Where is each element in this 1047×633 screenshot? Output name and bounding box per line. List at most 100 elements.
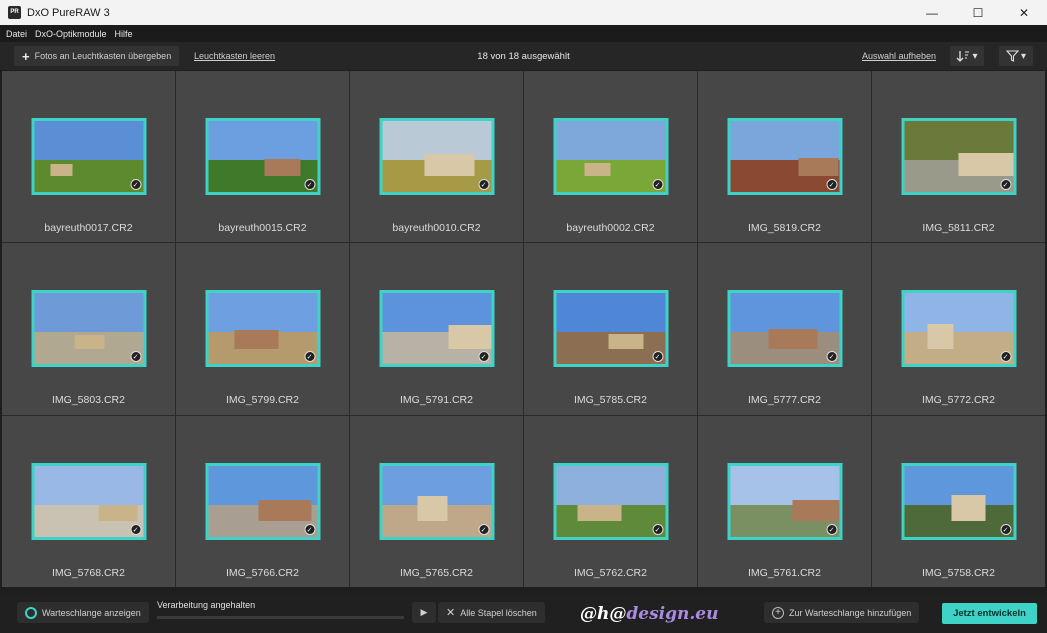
photo-cell[interactable]: ✓ IMG_5799.CR2	[176, 243, 349, 415]
deselect-link[interactable]: Auswahl aufheben	[862, 51, 936, 61]
thumbnail-building	[608, 333, 644, 349]
photo-cell[interactable]: ✓ IMG_5768.CR2	[2, 415, 175, 587]
selected-check-icon[interactable]: ✓	[130, 523, 141, 535]
selected-check-icon[interactable]: ✓	[652, 179, 663, 190]
chevron-down-icon: ▾	[1020, 50, 1027, 62]
close-button[interactable]: ✕	[1001, 0, 1047, 25]
photo-thumbnail[interactable]: ✓	[379, 290, 494, 368]
photo-thumbnail[interactable]: ✓	[901, 118, 1016, 195]
photo-filename: bayreuth0002.CR2	[566, 222, 655, 234]
photo-thumbnail[interactable]: ✓	[205, 290, 320, 368]
photo-thumbnail[interactable]: ✓	[553, 290, 668, 368]
photo-cell[interactable]: ✓ bayreuth0015.CR2	[176, 71, 349, 243]
minimize-button[interactable]: —	[909, 0, 955, 25]
photo-cell[interactable]: ✓ IMG_5761.CR2	[698, 415, 871, 587]
selected-check-icon[interactable]: ✓	[130, 351, 141, 363]
selected-check-icon[interactable]: ✓	[826, 179, 837, 190]
thumbnail-building	[958, 152, 1013, 177]
menu-hilfe[interactable]: Hilfe	[115, 29, 133, 39]
thumbnail-ground	[556, 160, 665, 192]
maximize-button[interactable]: ☐	[955, 0, 1001, 25]
watermark-part-a: @h@	[580, 604, 627, 624]
selected-check-icon[interactable]: ✓	[304, 351, 315, 363]
selected-check-icon[interactable]: ✓	[478, 351, 489, 363]
photo-cell[interactable]: ✓ bayreuth0002.CR2	[524, 71, 697, 243]
photo-cell[interactable]: ✓ bayreuth0017.CR2	[2, 71, 175, 243]
show-queue-button[interactable]: Warteschlange anzeigen	[17, 602, 149, 623]
photo-filename: IMG_5766.CR2	[226, 566, 299, 579]
title-bar: PR DxO PureRAW 3 — ☐ ✕	[0, 0, 1047, 25]
photo-thumbnail[interactable]: ✓	[31, 118, 146, 195]
photo-cell[interactable]: ✓ IMG_5791.CR2	[350, 243, 523, 415]
photo-cell[interactable]: ✓ IMG_5785.CR2	[524, 243, 697, 415]
menu-optikmodule[interactable]: DxO-Optikmodule	[35, 29, 107, 39]
photo-cell[interactable]: ✓ IMG_5811.CR2	[872, 71, 1045, 243]
photo-filename: bayreuth0017.CR2	[44, 222, 133, 234]
clear-lightbox-link[interactable]: Leuchtkasten leeren	[194, 51, 275, 61]
photo-thumbnail[interactable]: ✓	[31, 462, 146, 540]
photo-thumbnail[interactable]: ✓	[727, 290, 842, 368]
selected-check-icon[interactable]: ✓	[478, 179, 489, 190]
thumbnail-sky	[208, 465, 317, 505]
thumbnail-ground	[904, 332, 1013, 365]
photo-thumbnail[interactable]: ✓	[553, 118, 668, 195]
filter-icon	[1005, 50, 1019, 62]
photo-thumbnail[interactable]: ✓	[727, 118, 842, 195]
selected-check-icon[interactable]: ✓	[1000, 351, 1011, 363]
thumbnail-building	[74, 334, 105, 349]
selected-check-icon[interactable]: ✓	[1000, 179, 1011, 190]
thumbnail-building	[258, 500, 312, 522]
thumbnail-sky	[34, 465, 143, 505]
thumbnail-sky	[730, 293, 839, 333]
thumbnail-building	[768, 328, 818, 349]
thumbnail-building	[448, 324, 491, 349]
menu-datei[interactable]: Datei	[6, 29, 27, 39]
photo-thumbnail[interactable]: ✓	[379, 462, 494, 540]
transfer-to-lightbox-button[interactable]: + Fotos an Leuchtkasten übergeben	[14, 46, 180, 66]
thumbnail-building	[234, 329, 279, 349]
thumbnail-building	[798, 157, 839, 177]
photo-cell[interactable]: ✓ IMG_5819.CR2	[698, 71, 871, 243]
plus-icon: +	[22, 48, 30, 64]
photo-filename: IMG_5819.CR2	[748, 222, 821, 234]
photo-thumbnail[interactable]: ✓	[727, 462, 842, 540]
selected-check-icon[interactable]: ✓	[652, 523, 663, 535]
photo-cell[interactable]: ✓ IMG_5777.CR2	[698, 243, 871, 415]
selected-check-icon[interactable]: ✓	[130, 179, 141, 190]
clear-stacks-button[interactable]: ✕ Alle Stapel löschen	[438, 602, 545, 623]
photo-thumbnail[interactable]: ✓	[901, 290, 1016, 368]
add-to-queue-button[interactable]: + Zur Warteschlange hinzufügen	[764, 602, 920, 623]
selected-check-icon[interactable]: ✓	[652, 351, 663, 363]
photo-thumbnail[interactable]: ✓	[553, 462, 668, 540]
photo-thumbnail[interactable]: ✓	[379, 118, 494, 195]
develop-now-button[interactable]: Jetzt entwickeln	[942, 603, 1037, 624]
play-button[interactable]: ▶	[412, 602, 436, 623]
photo-cell[interactable]: ✓ IMG_5762.CR2	[524, 415, 697, 587]
photo-thumbnail[interactable]: ✓	[901, 462, 1016, 540]
photo-thumbnail[interactable]: ✓	[31, 290, 146, 368]
photo-cell[interactable]: ✓ IMG_5803.CR2	[2, 243, 175, 415]
photo-cell[interactable]: ✓ IMG_5766.CR2	[176, 415, 349, 587]
thumbnail-building	[424, 153, 475, 177]
sort-button[interactable]: ▾	[950, 46, 984, 66]
thumbnail-sky	[556, 121, 665, 161]
photo-cell[interactable]: ✓ IMG_5758.CR2	[872, 415, 1045, 587]
photo-filename: IMG_5772.CR2	[922, 394, 995, 407]
thumbnail-sky	[34, 121, 143, 161]
selected-check-icon[interactable]: ✓	[304, 179, 315, 190]
lightbox-grid: ✓ bayreuth0017.CR2 ✓ bayreuth0015.CR2 ✓ bayre…	[2, 71, 1045, 587]
photo-filename: IMG_5777.CR2	[748, 394, 821, 407]
filter-button[interactable]: ▾	[999, 46, 1033, 66]
photo-thumbnail[interactable]: ✓	[205, 118, 320, 195]
photo-cell[interactable]: ✓ IMG_5765.CR2	[350, 415, 523, 587]
selected-check-icon[interactable]: ✓	[304, 523, 315, 535]
thumbnail-ground	[208, 160, 317, 192]
selected-check-icon[interactable]: ✓	[1000, 523, 1011, 535]
play-icon: ▶	[420, 607, 428, 617]
selected-check-icon[interactable]: ✓	[826, 351, 837, 363]
photo-cell[interactable]: ✓ IMG_5772.CR2	[872, 243, 1045, 415]
photo-thumbnail[interactable]: ✓	[205, 462, 320, 540]
photo-cell[interactable]: ✓ bayreuth0010.CR2	[350, 71, 523, 243]
selected-check-icon[interactable]: ✓	[826, 523, 837, 535]
selected-check-icon[interactable]: ✓	[478, 523, 489, 535]
